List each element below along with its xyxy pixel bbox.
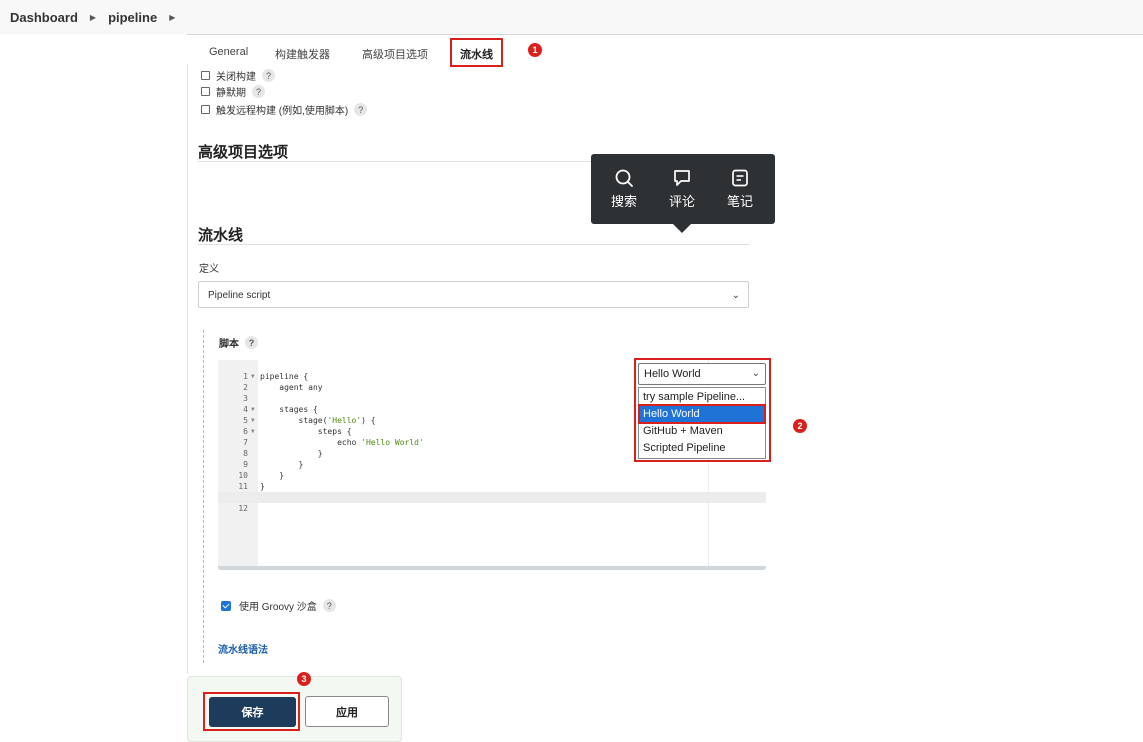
code-text: } [260, 482, 265, 491]
popup-search[interactable]: 搜索 [601, 168, 647, 211]
breadcrumb: Dashboard ▶ pipeline ▶ [0, 0, 1143, 34]
option-disable-build[interactable]: 关闭构建 ? [201, 68, 275, 83]
code-line[interactable]: 9 } [218, 448, 698, 469]
pipeline-syntax-link[interactable]: 流水线语法 [218, 641, 268, 656]
definition-label: 定义 [199, 264, 219, 275]
annotation-badge-1: 1 [528, 43, 542, 57]
popup-arrow [673, 224, 691, 233]
code-line[interactable]: 8 } [218, 437, 698, 458]
code-line[interactable]: 2 agent any [218, 371, 698, 392]
popup-comment-label: 评论 [668, 194, 695, 209]
option-remote-trigger[interactable]: 触发远程构建 (例如,使用脚本) ? [201, 102, 368, 117]
code-line[interactable]: 10 } [218, 459, 698, 480]
line-number: 11 [238, 482, 248, 491]
groovy-sandbox-label: 使用 Groovy 沙盒 [239, 602, 317, 613]
script-label-row: 脚本 ? [219, 335, 258, 350]
config-tabs: General 构建触发器 高级项目选项 流水线 [187, 34, 1143, 64]
script-block-border [203, 330, 204, 663]
script-label: 脚本 [219, 339, 239, 350]
option-label: 静默期 [216, 88, 246, 99]
annotation-highlight-option [638, 404, 766, 424]
code-line[interactable]: 6 ▼ steps { [218, 415, 698, 436]
code-line-current[interactable]: 12 [218, 492, 698, 513]
popup-comment[interactable]: 评论 [659, 168, 705, 211]
search-icon [615, 169, 633, 187]
section-divider [198, 244, 749, 245]
selection-popup: 搜索 评论 笔记 [591, 154, 775, 224]
annotation-highlight-save [203, 692, 300, 731]
section-title-pipeline: 流水线 [198, 227, 244, 244]
help-icon[interactable]: ? [245, 336, 258, 349]
help-icon[interactable]: ? [322, 599, 336, 612]
comment-icon [674, 170, 690, 186]
tab-build-triggers[interactable]: 构建触发器 [275, 46, 330, 62]
code-line[interactable]: 7 echo 'Hello World' [218, 426, 698, 447]
annotation-badge-2: 2 [793, 419, 807, 433]
code-line[interactable]: 3 [218, 382, 698, 403]
breadcrumb-pipeline[interactable]: pipeline [108, 10, 157, 25]
definition-select-value: Pipeline script [208, 290, 271, 301]
option-label: 触发远程构建 (例如,使用脚本) [216, 106, 349, 117]
groovy-sandbox-checkbox[interactable] [221, 600, 231, 611]
tab-general[interactable]: General [209, 46, 248, 58]
code-line[interactable]: 4 ▼ stages { [218, 393, 698, 414]
annotation-highlight-tab [450, 38, 503, 67]
line-number: 12 [238, 504, 248, 513]
content-left-border [187, 64, 188, 674]
groovy-sandbox-option[interactable]: 使用 Groovy 沙盒 ? [221, 598, 336, 613]
popup-note-label: 笔记 [726, 194, 753, 209]
code-line[interactable]: 5 ▼ stage('Hello') { [218, 404, 698, 425]
breadcrumb-separator-icon[interactable]: ▶ [90, 13, 96, 22]
apply-button[interactable]: 应用 [305, 696, 389, 727]
section-title-advanced: 高级项目选项 [198, 144, 289, 161]
option-quiet-period[interactable]: 静默期 ? [201, 84, 265, 99]
help-icon[interactable]: ? [262, 69, 275, 82]
code-line[interactable]: 11} [218, 470, 698, 491]
popup-search-label: 搜索 [610, 194, 637, 209]
editor-resize-handle[interactable] [218, 566, 766, 570]
tab-advanced-options[interactable]: 高级项目选项 [362, 46, 428, 62]
chevron-down-icon: ⌄ [731, 290, 740, 301]
help-icon[interactable]: ? [252, 85, 265, 98]
option-label: 关闭构建 [216, 72, 256, 83]
code-line[interactable]: 1 ▼ pipeline { [218, 360, 698, 381]
breadcrumb-dashboard[interactable]: Dashboard [10, 10, 78, 25]
definition-select[interactable]: Pipeline script ⌄ [198, 281, 749, 308]
breadcrumb-separator-icon[interactable]: ▶ [169, 13, 175, 22]
popup-note[interactable]: 笔记 [717, 168, 763, 211]
remote-trigger-checkbox[interactable] [201, 105, 210, 114]
quiet-period-checkbox[interactable] [201, 87, 210, 96]
note-icon [732, 169, 748, 187]
help-icon[interactable]: ? [354, 103, 368, 116]
disable-build-checkbox[interactable] [201, 71, 210, 80]
annotation-badge-3: 3 [297, 672, 311, 686]
